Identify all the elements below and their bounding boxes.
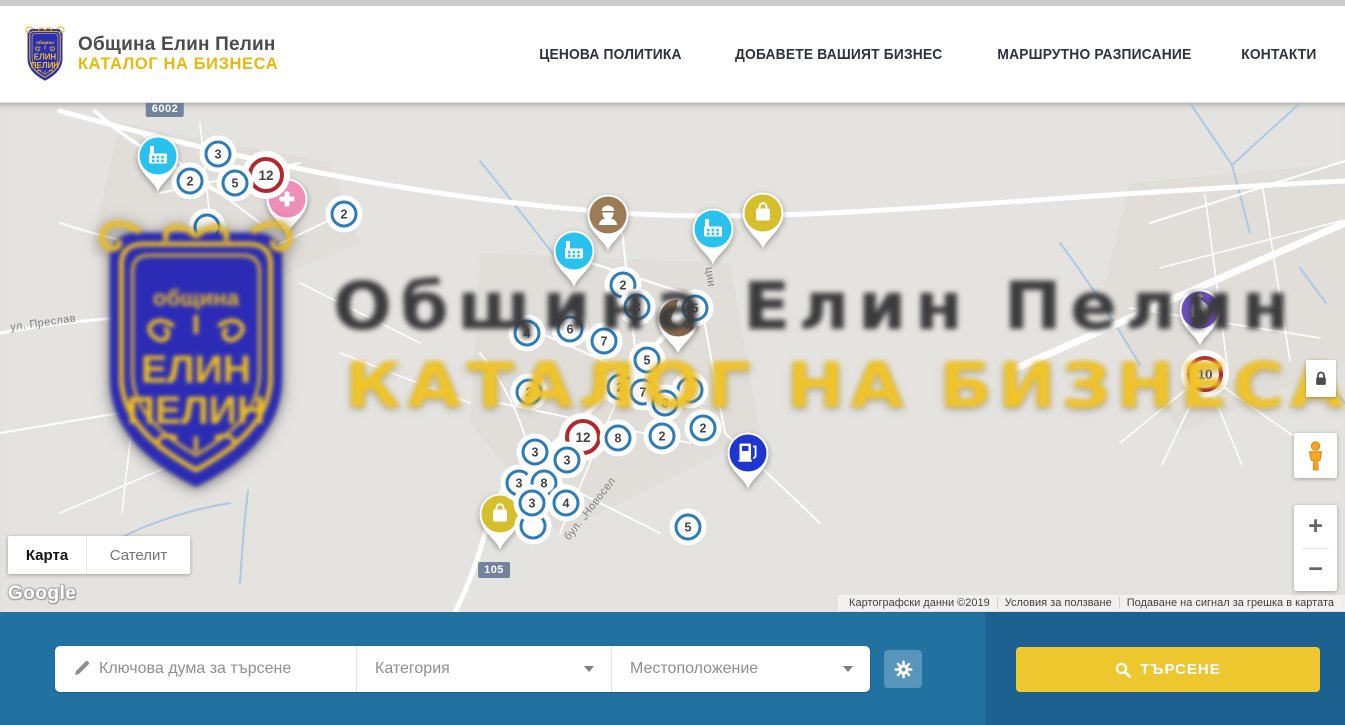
map-pin-factory[interactable] — [687, 203, 739, 272]
zoom-out-button[interactable]: − — [1294, 549, 1337, 592]
page: община ЕЛИН ПЕЛИН Община Елин Пелин КАТА… — [0, 0, 1345, 725]
map-pin-church[interactable] — [1174, 284, 1226, 353]
svg-text:ЕЛИН: ЕЛИН — [34, 52, 57, 61]
map-cluster[interactable] — [194, 214, 221, 241]
map-cluster[interactable]: 8 — [605, 425, 632, 452]
nav-route-schedule[interactable]: МАРШРУТНО РАЗПИСАНИЕ — [998, 46, 1192, 63]
zoom-control: + − — [1294, 505, 1337, 591]
gear-icon — [894, 660, 913, 679]
chevron-down-icon — [843, 666, 853, 672]
map-cluster[interactable]: 5 — [222, 170, 249, 197]
attribution-copyright: Картографски данни ©2019 — [842, 597, 997, 609]
map-cluster[interactable]: 5 — [682, 295, 709, 322]
map-cluster[interactable]: 4 — [553, 490, 580, 517]
brand-subtitle: КАТАЛОГ НА БИЗНЕСА — [78, 55, 278, 74]
map-cluster[interactable]: 5 — [675, 514, 702, 541]
header: община ЕЛИН ПЕЛИН Община Елин Пелин КАТА… — [0, 0, 1345, 103]
map-cluster[interactable]: 2 — [516, 379, 543, 406]
location-select[interactable]: Местоположение — [612, 646, 870, 692]
keyword-search-input[interactable] — [99, 660, 339, 678]
map-pin-fuel[interactable] — [722, 427, 774, 496]
google-logo[interactable]: Google — [8, 583, 76, 605]
location-select-value: Местоположение — [630, 660, 758, 678]
street-view-lock-button[interactable] — [1306, 360, 1336, 397]
pegman-button[interactable] — [1294, 433, 1337, 478]
pencil-icon — [73, 660, 90, 677]
map-canvas[interactable]: 6002105ул. Преславбул. „Новоселции 12121… — [0, 103, 1345, 612]
map-type-control: Карта Сателит — [8, 536, 190, 574]
search-fields: Категория Местоположение — [55, 646, 870, 692]
chevron-down-icon — [584, 666, 594, 672]
zoom-in-button[interactable]: + — [1294, 505, 1337, 548]
map-cluster[interactable]: 7 — [591, 328, 618, 355]
search-bar: Категория Местоположение — [0, 612, 1345, 725]
map-pin-bag[interactable] — [737, 187, 789, 256]
map-cluster[interactable]: 5 — [634, 347, 661, 374]
map-type-map-button[interactable]: Карта — [8, 536, 86, 574]
map-cluster[interactable]: 2 — [690, 415, 717, 442]
search-button-label: ТЪРСЕНЕ — [1140, 661, 1221, 678]
category-select[interactable]: Категория — [357, 646, 612, 692]
page-top-strip — [0, 0, 1345, 6]
brand-title: Община Елин Пелин — [78, 34, 278, 56]
keyword-field-wrap — [55, 646, 357, 692]
brand-text: Община Елин Пелин КАТАЛОГ НА БИЗНЕСА — [78, 34, 278, 75]
main-nav: ЦЕНОВА ПОЛИТИКА ДОБАВЕТЕ ВАШИЯТ БИЗНЕС М… — [533, 46, 1320, 63]
pegman-icon — [1304, 440, 1327, 472]
map-cluster[interactable]: 3 — [554, 447, 581, 474]
map-cluster[interactable]: 8 — [652, 390, 679, 417]
map-cluster[interactable] — [520, 513, 547, 540]
advanced-options-button[interactable] — [884, 650, 922, 688]
municipality-crest-icon: община ЕЛИН ПЕЛИН — [22, 26, 68, 83]
map-type-satellite-button[interactable]: Сателит — [86, 536, 190, 574]
nav-add-your-business[interactable]: ДОБАВЕТЕ ВАШИЯТ БИЗНЕС — [735, 46, 942, 63]
map-pin-factory[interactable] — [548, 225, 600, 294]
search-submit-button[interactable]: ТЪРСЕНЕ — [1016, 647, 1320, 692]
lock-icon — [1314, 370, 1328, 387]
map-pin-factory[interactable] — [132, 130, 184, 199]
site-logo[interactable]: община ЕЛИН ПЕЛИН Община Елин Пелин КАТА… — [22, 26, 278, 83]
map-cluster[interactable]: 4 — [514, 320, 541, 347]
category-select-value: Категория — [375, 660, 450, 678]
map-cluster[interactable]: 4 — [677, 377, 704, 404]
map-attribution: Картографски данни ©2019 Условия за полз… — [838, 595, 1345, 611]
map-cluster[interactable]: 3 — [519, 490, 546, 517]
nav-pricing-policy[interactable]: ЦЕНОВА ПОЛИТИКА — [539, 46, 681, 63]
map-cluster[interactable]: 10 — [1187, 356, 1223, 392]
map-cluster[interactable]: 2 — [649, 423, 676, 450]
map-cluster[interactable]: 12 — [248, 157, 284, 193]
map-cluster[interactable]: 3 — [205, 141, 232, 168]
map-cluster[interactable]: 3 — [522, 439, 549, 466]
attribution-terms-link[interactable]: Условия за ползване — [997, 597, 1119, 609]
map-cluster[interactable]: 2 — [331, 201, 358, 228]
attribution-report-error-link[interactable]: Подаване на сигнал за грешка в картата — [1119, 597, 1341, 609]
map-markers-layer: 12121032522354675227488223338345 — [0, 103, 1345, 612]
map-cluster[interactable]: 6 — [557, 316, 584, 343]
svg-text:ПЕЛИН: ПЕЛИН — [31, 60, 59, 69]
svg-text:община: община — [36, 38, 54, 44]
map-cluster[interactable]: 3 — [624, 294, 651, 321]
search-icon — [1115, 662, 1131, 678]
nav-contacts[interactable]: КОНТАКТИ — [1241, 46, 1316, 63]
